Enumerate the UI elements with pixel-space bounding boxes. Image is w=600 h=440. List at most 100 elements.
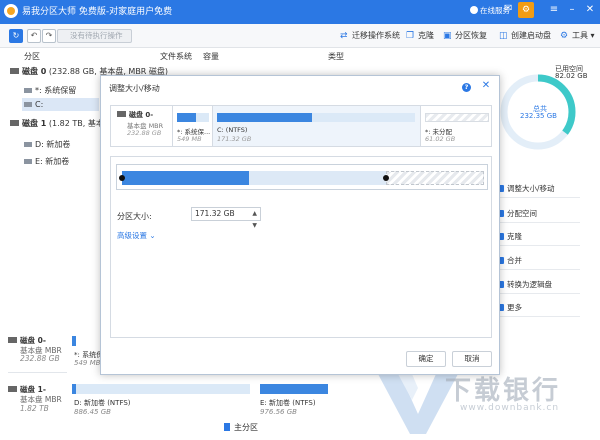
partition-icon — [24, 159, 32, 164]
partition-row[interactable]: *: 系统保留 — [24, 85, 76, 96]
bottom-disk1-size: 1.82 TB — [20, 404, 49, 413]
used-space-value: 82.02 GB — [555, 72, 588, 80]
disk-info-cell: 磁盘 0- 基本盘 MBR 232.88 GB — [111, 106, 173, 146]
spinner-icon[interactable]: ▲ ▼ — [252, 208, 257, 232]
partition-icon — [24, 142, 32, 147]
bottom-part-e-label: E: 新加卷 (NTFS) — [260, 399, 316, 407]
boot-disk-icon: ◫ — [499, 31, 508, 41]
bottom-disk0-size: 232.88 GB — [20, 354, 60, 363]
bottom-part-d-label: D: 新加卷 (NTFS) — [74, 399, 131, 407]
column-capacity[interactable]: 容量 — [203, 51, 219, 62]
dialog-title: 调整大小/移动 — [109, 84, 160, 93]
column-type[interactable]: 类型 — [328, 51, 344, 62]
pending-operations-button[interactable]: 没有待执行操作 — [57, 29, 132, 43]
app-logo-icon — [4, 4, 18, 18]
close-icon[interactable]: ✕ — [481, 81, 491, 91]
dialog-part-system-size: 549 MB — [177, 135, 202, 143]
partition-row-c[interactable]: C: — [24, 100, 43, 109]
migrate-icon: ⇄ — [340, 31, 348, 41]
disk1-row[interactable]: 磁盘 1 (1.82 TB, 基本盘, — [10, 118, 114, 129]
usage-fill — [217, 113, 313, 122]
headset-icon — [470, 6, 478, 14]
disk-icon — [8, 386, 17, 392]
resize-used-area — [122, 171, 249, 185]
pending-operations-label: 没有待执行操作 — [70, 31, 123, 40]
dialog-part-unallocated-size: 61.02 GB — [425, 135, 456, 143]
ok-button[interactable]: 确定 — [406, 351, 446, 367]
title-bar: 易我分区大师 免费版-对家庭用户免费 在线服务 ✉ ⚙ ≡ – ✕ — [0, 0, 600, 24]
resize-panel: 分区大小: 171.32 GB ▲ ▼ 高级设置 ⌄ — [110, 156, 492, 338]
bottom-part-size: 549 MB — [74, 359, 101, 367]
dialog-disk-name: 磁盘 0- — [129, 111, 154, 119]
recovery-icon: ▣ — [443, 31, 452, 41]
menu-icon[interactable]: ≡ — [548, 4, 560, 16]
partition-row-e[interactable]: E: 新加卷 — [24, 156, 69, 167]
dialog-part-c-size: 171.32 GB — [217, 135, 252, 143]
window-title: 易我分区大师 免费版-对家庭用户免费 — [22, 7, 173, 17]
disk-icon — [8, 337, 17, 343]
activate-key-button[interactable]: ⚙ — [518, 2, 534, 18]
partition-size-value: 171.32 GB — [195, 209, 235, 218]
partition-recovery-button[interactable]: ▣ 分区恢复 — [443, 30, 487, 41]
bottom-part-e-bar[interactable] — [260, 384, 328, 394]
cancel-button[interactable]: 取消 — [452, 351, 492, 367]
usage-fill — [177, 113, 197, 122]
total-value: 232.35 GB — [520, 112, 557, 120]
dialog-part-unallocated-bar — [425, 113, 489, 122]
minimize-button[interactable]: – — [566, 4, 578, 16]
advanced-settings-link[interactable]: 高级设置 ⌄ — [117, 230, 156, 241]
legend: 主分区 — [224, 422, 258, 433]
resize-slider[interactable] — [116, 164, 488, 190]
primary-swatch — [224, 423, 230, 431]
bottom-part-d-bar[interactable] — [72, 384, 250, 394]
help-icon[interactable]: ? — [462, 83, 471, 92]
partition-size-input[interactable]: 171.32 GB ▲ ▼ — [191, 207, 261, 229]
action-merge[interactable]: 合并 — [495, 252, 580, 270]
action-more[interactable]: 更多 — [495, 299, 580, 317]
resize-move-dialog: 调整大小/移动 ? ✕ 磁盘 0- 基本盘 MBR 232.88 GB *: 系… — [100, 75, 500, 375]
create-boot-disk-button[interactable]: ◫ 创建启动盘 — [499, 30, 551, 41]
migrate-os-button[interactable]: ⇄ 迁移操作系统 — [340, 30, 400, 41]
clone-button[interactable]: ❐ 克隆 — [406, 30, 434, 41]
legend-primary-label: 主分区 — [234, 423, 258, 432]
disk-icon — [117, 111, 126, 117]
watermark-url: www.downbank.cn — [460, 403, 560, 413]
clone-icon: ❐ — [406, 31, 415, 41]
disk-icon — [10, 68, 19, 74]
close-window-button[interactable]: ✕ — [584, 4, 596, 16]
partition-size-label: 分区大小: — [117, 212, 152, 221]
action-convert-logical[interactable]: 转换为逻辑盘 — [495, 276, 580, 294]
bottom-part-bar[interactable] — [72, 336, 76, 346]
partition-icon — [24, 102, 32, 107]
divider — [8, 372, 67, 373]
dialog-part-unallocated[interactable]: *: 未分配 61.02 GB — [421, 106, 491, 146]
left-resize-handle[interactable] — [119, 175, 125, 181]
action-resize-move[interactable]: 调整大小/移动 — [495, 180, 580, 198]
dialog-part-c-label: C: (NTFS) — [217, 126, 248, 134]
column-filesystem[interactable]: 文件系统 — [160, 51, 192, 62]
redo-button[interactable]: ↷ — [42, 29, 56, 43]
dialog-part-system-bar — [177, 113, 209, 122]
action-clone[interactable]: 克隆 — [495, 228, 580, 246]
disk-icon — [10, 120, 19, 126]
column-partition[interactable]: 分区 — [24, 51, 40, 62]
refresh-button[interactable]: ↻ — [9, 29, 23, 43]
right-resize-handle[interactable] — [383, 175, 389, 181]
dialog-part-system[interactable]: *: 系统保... 549 MB — [173, 106, 213, 146]
disk-map: 磁盘 0- 基本盘 MBR 232.88 GB *: 系统保... 549 MB… — [110, 105, 492, 147]
partition-row-d[interactable]: D: 新加卷 — [24, 139, 70, 150]
bell-icon[interactable]: ✉ — [504, 3, 514, 15]
dialog-part-c[interactable]: C: (NTFS) 171.32 GB — [213, 106, 421, 146]
watermark-text: 下载银行 — [445, 376, 562, 406]
bottom-part-e-size: 976.56 GB — [260, 408, 297, 416]
bottom-part-d-size: 886.45 GB — [74, 408, 111, 416]
dialog-disk-size: 232.88 GB — [127, 129, 162, 137]
partition-icon — [24, 88, 32, 93]
tools-button[interactable]: ⚙ 工具 ▾ — [560, 30, 595, 41]
undo-button[interactable]: ↶ — [27, 29, 41, 43]
usage-ring: 已用空间 82.02 GB 总共 232.35 GB — [495, 60, 595, 170]
action-allocate-space[interactable]: 分配空间 — [495, 205, 580, 223]
toolbar: ↻ ↶ ↷ 没有待执行操作 ⇄ 迁移操作系统 ❐ 克隆 ▣ 分区恢复 ◫ 创建启动盘 ⚙… — [0, 24, 600, 48]
chevron-down-icon: ⌄ — [149, 231, 156, 240]
resize-free-area — [249, 171, 386, 185]
